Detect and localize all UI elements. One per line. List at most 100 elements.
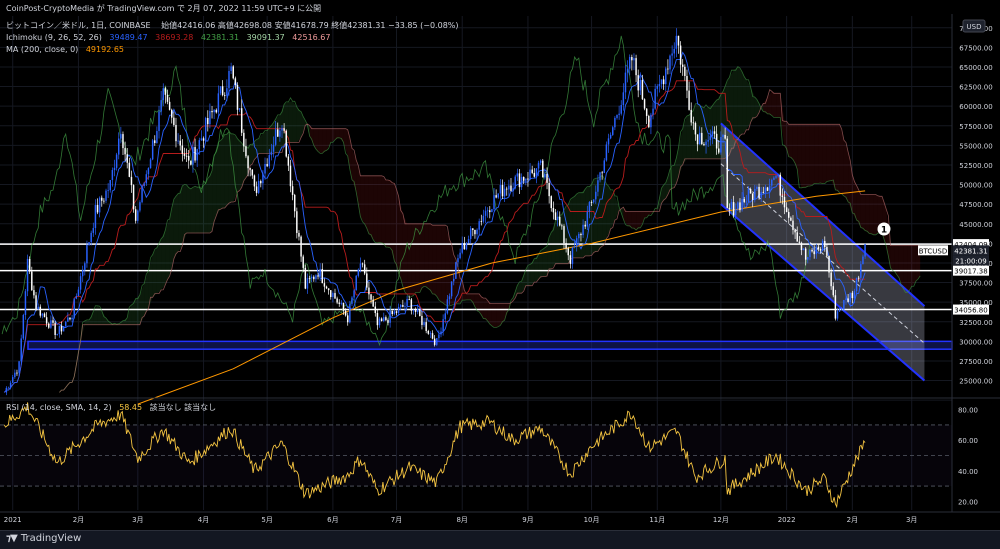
cloud-segment: [224, 131, 229, 208]
candle-body: [609, 134, 612, 139]
ichimoku-span-b-value: 42516.67: [292, 33, 330, 42]
candle-body: [143, 183, 145, 186]
candle-body: [715, 133, 718, 149]
candle-body: [834, 295, 837, 319]
candle-body: [359, 263, 362, 270]
candle-body: [461, 242, 463, 253]
candle-body: [402, 305, 404, 307]
candle-body: [228, 71, 230, 89]
candle-body: [696, 134, 699, 145]
candle-body: [484, 210, 487, 216]
candle-body: [773, 177, 775, 180]
candle-body: [737, 202, 739, 210]
candle-body: [631, 57, 633, 61]
candle-body: [584, 224, 586, 227]
candle-body: [151, 140, 154, 160]
candle-body: [851, 292, 854, 299]
candle-body: [713, 131, 716, 134]
cloud-segment: [368, 175, 374, 240]
candle-body: [39, 306, 42, 316]
candle-body: [425, 322, 427, 331]
price-tick-label: 57500.00: [959, 123, 992, 131]
candle-body: [857, 277, 860, 279]
candle-body: [264, 163, 266, 174]
symbol-title: ビットコイン／米ドル, 1日, COINBASE: [6, 20, 151, 30]
candle-body: [395, 311, 398, 313]
candle-body: [794, 229, 796, 233]
candle-body: [213, 109, 215, 113]
candle-body: [41, 313, 44, 316]
cloud-segment: [776, 93, 781, 118]
candle-body: [681, 64, 684, 67]
candle-body: [506, 188, 508, 190]
price-tick-label: 45000.00: [959, 221, 992, 229]
candle-body: [722, 134, 724, 138]
chart-canvas[interactable]: 70000.0067500.0065000.0062500.0060000.00…: [0, 0, 1000, 548]
candle-body: [232, 66, 234, 79]
candle-body: [330, 290, 332, 298]
time-tick-label: 3月: [906, 516, 917, 524]
level-low-tag: 34056.80: [954, 307, 987, 315]
candle-body: [588, 202, 591, 212]
candle-body: [648, 115, 650, 128]
candle-body: [457, 258, 459, 263]
candle-body: [281, 128, 283, 131]
candle-body: [673, 48, 675, 54]
cloud-segment: [436, 225, 442, 302]
candle-body: [586, 211, 589, 227]
tradingview-logo[interactable]: ⁊▼ TradingView: [6, 533, 81, 544]
candle-body: [389, 310, 391, 323]
candle-body: [728, 207, 731, 210]
candle-body: [607, 138, 610, 145]
price-tick-label: 47500.00: [959, 201, 992, 209]
candle-body: [847, 298, 849, 302]
candle-body: [304, 267, 307, 289]
time-tick-label: 3月: [132, 516, 143, 524]
candle-body: [308, 278, 311, 279]
candle-body: [474, 229, 476, 235]
candle-body: [50, 320, 52, 328]
candle-body: [811, 249, 813, 252]
cloud-segment: [496, 303, 501, 328]
candle-body: [777, 174, 779, 177]
candle-body: [446, 299, 449, 314]
rsi-tick-label: 40.00: [958, 468, 978, 476]
candle-body: [332, 293, 334, 298]
candle-body: [408, 299, 410, 300]
candle-body: [346, 315, 349, 323]
candle-body: [385, 317, 387, 321]
candle-body: [739, 202, 741, 211]
candle-body: [107, 190, 109, 191]
candle-body: [762, 191, 765, 193]
candle-body: [544, 173, 546, 178]
candle-body: [325, 286, 328, 289]
candle-body: [645, 108, 648, 116]
candle-body: [665, 68, 667, 85]
candle-body: [679, 45, 682, 65]
candle-body: [79, 276, 82, 290]
ichimoku-label: Ichimoku (9, 26, 52, 26): [6, 33, 102, 42]
candle-body: [18, 361, 20, 373]
cloud-segment: [911, 245, 916, 287]
cloud-segment: [292, 101, 297, 143]
candle-body: [366, 273, 368, 288]
time-tick-label: 10月: [584, 516, 600, 524]
candle-body: [641, 79, 644, 100]
candle-body: [168, 101, 171, 110]
candle-body: [166, 94, 169, 102]
candle-body: [760, 191, 762, 198]
candle-body: [338, 302, 340, 304]
time-tick-label: 5月: [261, 516, 272, 524]
candle-body: [525, 178, 527, 181]
candle-body: [31, 271, 33, 291]
candle-body: [406, 299, 408, 306]
candle-body: [798, 241, 801, 243]
candle-body: [766, 187, 769, 191]
candle-body: [501, 184, 504, 197]
candle-body: [703, 144, 705, 146]
candle-body: [569, 255, 572, 264]
candle-body: [253, 175, 256, 187]
candle-body: [512, 188, 514, 191]
candle-body: [94, 205, 97, 228]
candle-body: [597, 180, 599, 192]
